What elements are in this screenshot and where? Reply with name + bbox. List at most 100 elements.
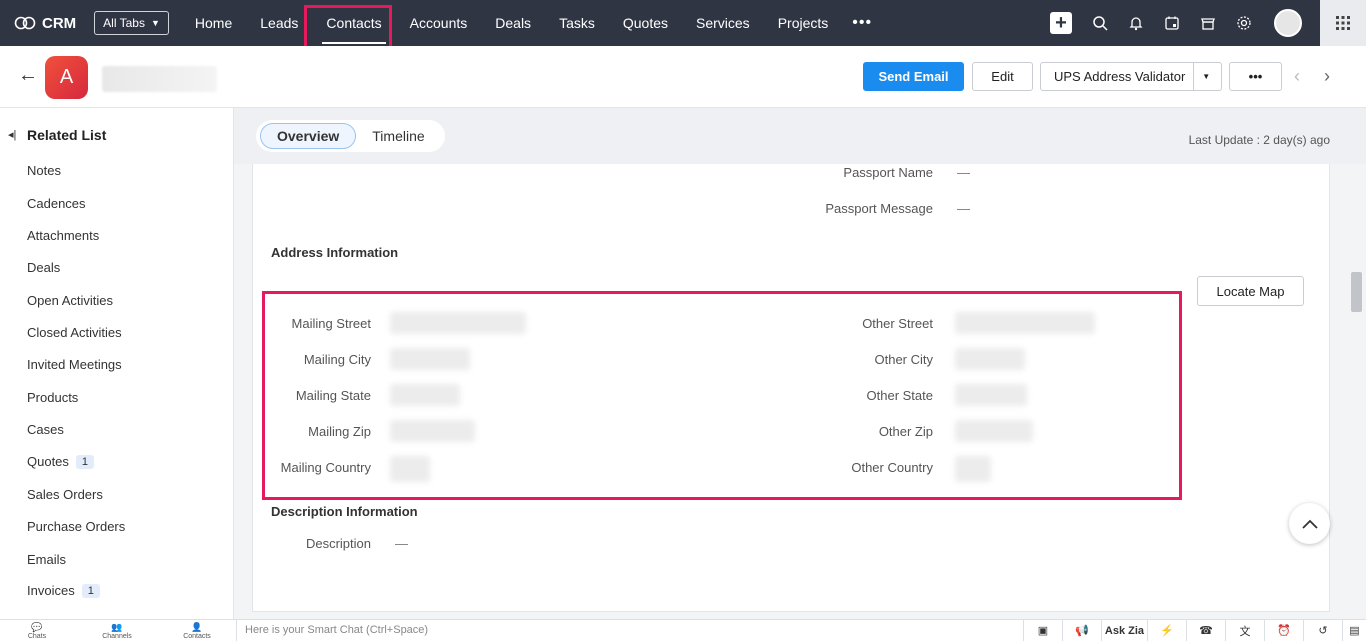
nav-tab-contacts[interactable]: Contacts — [312, 0, 395, 46]
collapse-sidebar-icon[interactable]: ◂| — [8, 128, 16, 141]
mailing-zip-value-redacted[interactable] — [390, 420, 475, 442]
related-item-cadences[interactable]: Cadences — [27, 196, 86, 211]
passport-name-value[interactable]: — — [957, 165, 970, 180]
passport-name-label: Passport Name — [843, 165, 933, 180]
top-navigation: CRM All Tabs ▼ Home Leads Contacts Accou… — [0, 0, 1366, 46]
related-item-products[interactable]: Products — [27, 390, 78, 405]
related-item-deals[interactable]: Deals — [27, 260, 60, 275]
related-item-closed-activities[interactable]: Closed Activities — [27, 325, 122, 340]
mailing-city-value-redacted[interactable] — [390, 348, 470, 370]
edit-button[interactable]: Edit — [972, 62, 1033, 91]
search-icon[interactable] — [1090, 13, 1110, 33]
smart-chat-input[interactable]: Here is your Smart Chat (Ctrl+Space) — [236, 620, 976, 641]
related-item-invited-meetings[interactable]: Invited Meetings — [27, 357, 122, 372]
related-item-emails[interactable]: Emails — [27, 552, 66, 567]
scrollbar[interactable] — [1348, 164, 1362, 612]
nav-more-button[interactable]: ••• — [842, 0, 882, 46]
related-list-title: Related List — [27, 127, 107, 143]
description-value[interactable]: — — [395, 536, 408, 551]
count-badge: 1 — [75, 454, 95, 469]
record-avatar: A — [45, 56, 88, 99]
mailing-zip-label: Mailing Zip — [308, 424, 371, 439]
record-tabs-bar: Overview Timeline Last Update : 2 day(s)… — [234, 108, 1366, 164]
nav-tab-leads[interactable]: Leads — [246, 0, 312, 46]
other-city-label: Other City — [874, 352, 933, 367]
record-name-redacted — [102, 66, 217, 92]
related-list-sidebar: ◂| Related List Notes Cadences Attachmen… — [0, 108, 234, 619]
back-arrow-icon[interactable]: ← — [18, 64, 38, 87]
locate-map-button[interactable]: Locate Map — [1197, 276, 1304, 306]
chats-button[interactable]: 💬 Chats — [17, 622, 57, 640]
mailing-state-value-redacted[interactable] — [390, 384, 460, 406]
related-item-notes[interactable]: Notes — [27, 163, 61, 178]
bottom-bar: 💬 Chats 👥 Channels 👤 Contacts Here is your … — [0, 619, 1366, 641]
nav-tab-projects[interactable]: Projects — [764, 0, 843, 46]
notes-icon[interactable]: ▤ — [1342, 620, 1366, 641]
related-item-cases[interactable]: Cases — [27, 422, 64, 437]
other-country-value-redacted[interactable] — [955, 456, 991, 482]
related-item-sales-orders[interactable]: Sales Orders — [27, 487, 103, 502]
next-record-icon[interactable]: › — [1324, 66, 1330, 87]
more-actions-button[interactable]: ••• — [1229, 62, 1282, 91]
nav-tab-quotes[interactable]: Quotes — [609, 0, 682, 46]
chat-bubble-icon: 💬 — [31, 622, 43, 632]
passport-message-value[interactable]: — — [957, 201, 970, 216]
translate-icon[interactable]: 文 — [1225, 620, 1264, 641]
other-state-value-redacted[interactable] — [955, 384, 1027, 406]
screen-share-icon[interactable]: ▣ — [1023, 620, 1062, 641]
related-item-purchase-orders[interactable]: Purchase Orders — [27, 519, 125, 534]
call-icon[interactable]: ☎ — [1186, 620, 1225, 641]
alarm-icon[interactable]: ⏰ — [1264, 620, 1303, 641]
nav-tab-services[interactable]: Services — [682, 0, 764, 46]
last-update-text: Last Update : 2 day(s) ago — [1188, 133, 1330, 147]
related-item-quotes[interactable]: Quotes 1 — [27, 454, 95, 469]
other-zip-value-redacted[interactable] — [955, 420, 1033, 442]
marketplace-icon[interactable] — [1198, 13, 1218, 33]
related-item-attachments[interactable]: Attachments — [27, 228, 99, 243]
mailing-state-label: Mailing State — [295, 388, 371, 403]
calendar-icon[interactable] — [1162, 13, 1182, 33]
brand-name: CRM — [42, 14, 77, 32]
other-country-label: Other Country — [851, 460, 933, 475]
nav-tab-home[interactable]: Home — [181, 0, 246, 46]
nav-tab-deals[interactable]: Deals — [481, 0, 545, 46]
mailing-country-value-redacted[interactable] — [390, 456, 430, 482]
passport-message-label: Passport Message — [825, 201, 933, 216]
scroll-to-top-button[interactable] — [1289, 503, 1330, 544]
scrollbar-thumb[interactable] — [1351, 272, 1362, 312]
history-icon[interactable]: ↺ — [1303, 620, 1342, 641]
other-street-value-redacted[interactable] — [955, 312, 1095, 334]
mailing-street-value-redacted[interactable] — [390, 312, 526, 334]
megaphone-icon[interactable]: 📢 — [1062, 620, 1101, 641]
ups-address-validator-button[interactable]: UPS Address Validator ▼ — [1040, 62, 1222, 91]
channels-button[interactable]: 👥 Channels — [97, 622, 137, 640]
nav-tab-tasks[interactable]: Tasks — [545, 0, 609, 46]
channels-icon: 👥 — [111, 622, 123, 632]
user-avatar[interactable] — [1274, 9, 1302, 37]
chevron-up-icon — [1301, 519, 1318, 529]
create-plus-icon[interactable]: + — [1050, 12, 1072, 34]
bottom-toolbar: ▣ 📢 Ask Zia ⚡ ☎ 文 ⏰ ↺ ▤ — [1023, 620, 1366, 641]
ask-zia-button[interactable]: Ask Zia — [1101, 620, 1147, 641]
related-item-open-activities[interactable]: Open Activities — [27, 293, 113, 308]
tab-overview[interactable]: Overview — [260, 123, 357, 149]
all-tabs-label: All Tabs — [103, 16, 145, 30]
apps-grid-icon[interactable] — [1320, 0, 1366, 46]
send-email-button[interactable]: Send Email — [863, 62, 964, 91]
tab-timeline[interactable]: Timeline — [356, 124, 440, 148]
contacts-chat-button[interactable]: 👤 Contacts — [177, 622, 217, 640]
previous-record-icon[interactable]: ‹ — [1294, 66, 1300, 87]
mailing-city-label: Mailing City — [303, 352, 371, 367]
view-tabs: Overview Timeline — [256, 120, 445, 152]
activity-icon[interactable]: ⚡ — [1147, 620, 1186, 641]
nav-tab-accounts[interactable]: Accounts — [396, 0, 482, 46]
gear-icon[interactable] — [1234, 13, 1254, 33]
bell-icon[interactable] — [1126, 13, 1146, 33]
other-city-value-redacted[interactable] — [955, 348, 1025, 370]
all-tabs-dropdown[interactable]: All Tabs ▼ — [94, 11, 169, 35]
record-header: ← A Send Email Edit UPS Address Validato… — [0, 46, 1366, 108]
crm-logo[interactable]: CRM — [14, 15, 76, 32]
caret-down-icon[interactable]: ▼ — [1202, 72, 1210, 81]
nav-tabs: Home Leads Contacts Accounts Deals Tasks… — [181, 0, 882, 46]
related-item-invoices[interactable]: Invoices 1 — [27, 583, 100, 598]
